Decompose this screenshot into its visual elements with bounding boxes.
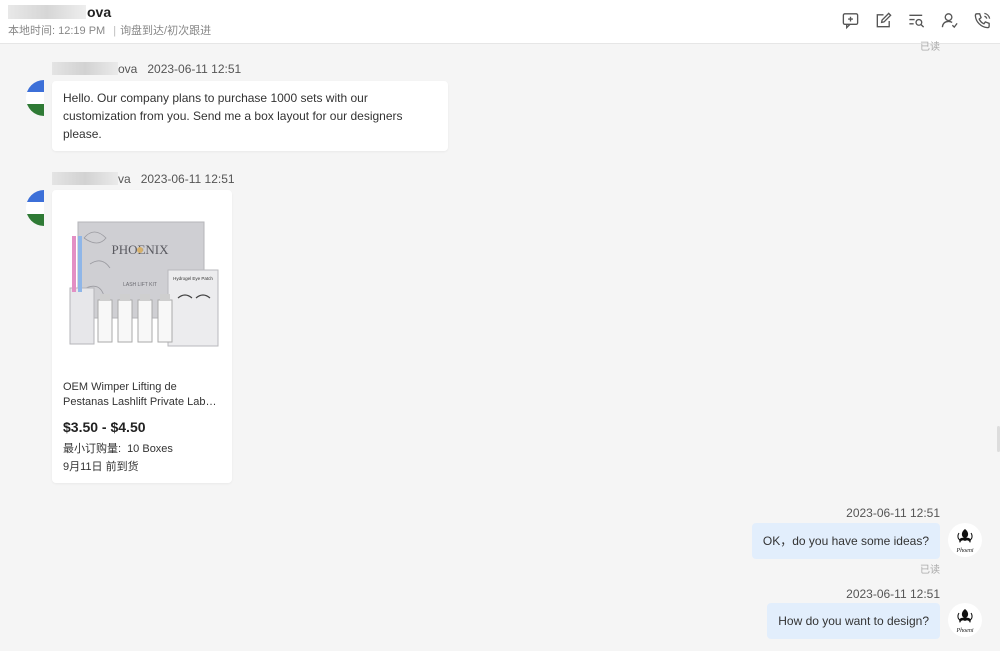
- incoming-message-bubble[interactable]: Hello. Our company plans to purchase 100…: [52, 81, 448, 151]
- sender-name: ova: [118, 62, 138, 76]
- message-sender: ova 2023-06-11 12:51: [52, 62, 241, 76]
- avatar-logo-text: Phoeni: [956, 628, 974, 634]
- contact-avatar[interactable]: [26, 190, 44, 226]
- contact-icon[interactable]: [940, 11, 959, 30]
- message-sender: va 2023-06-11 12:51: [52, 172, 235, 186]
- message-time: 2023-06-11 12:51: [140, 172, 235, 186]
- patch-label-text: Hydrogel Eye Patch: [173, 276, 213, 281]
- redacted-name-mask: [8, 5, 86, 19]
- message-time: 2023-06-11 12:51: [846, 506, 940, 520]
- outgoing-message-bubble[interactable]: How do you want to design?: [767, 603, 940, 639]
- contact-avatar[interactable]: [26, 80, 44, 116]
- product-moq: 最小订购量: 10 Boxes: [63, 440, 173, 456]
- product-price: $3.50 - $4.50: [63, 419, 146, 435]
- product-image[interactable]: PHOENIX LASH LIFT KIT Hydrogel Eye Patch: [60, 208, 224, 358]
- search-list-icon[interactable]: [907, 11, 926, 30]
- redacted-name-mask: [52, 62, 118, 75]
- message-time: 2023-06-11 12:51: [147, 62, 242, 76]
- edit-icon[interactable]: [874, 11, 893, 30]
- user-avatar[interactable]: Phoeni: [948, 523, 982, 557]
- divider: |: [113, 25, 117, 37]
- product-title-line: OEM Wimper Lifting de: [63, 381, 177, 393]
- redacted-name-mask: [52, 172, 118, 185]
- message-time: 2023-06-11 12:51: [846, 587, 940, 601]
- sender-name: va: [118, 172, 131, 186]
- product-delivery: 9月11日 前到货: [63, 461, 139, 473]
- product-title[interactable]: OEM Wimper Lifting de Pestanas Lashlift …: [63, 380, 223, 410]
- moq-value: 10 Boxes: [127, 443, 173, 455]
- product-title-line: Pestanas Lashlift Private Lab…: [63, 396, 217, 408]
- product-card[interactable]: PHOENIX LASH LIFT KIT Hydrogel Eye Patch…: [52, 190, 232, 483]
- read-status: 已读: [920, 565, 940, 576]
- contact-name-text: ova: [87, 4, 112, 20]
- avatar-logo-text: Phoeni: [956, 548, 974, 554]
- user-avatar[interactable]: Phoeni: [948, 603, 982, 637]
- box-subtitle-text: LASH LIFT KIT: [123, 282, 157, 288]
- outgoing-message-bubble[interactable]: OK，do you have some ideas?: [751, 523, 940, 559]
- header-toolbar: [841, 11, 992, 30]
- read-status-top: 已读: [920, 42, 940, 53]
- contact-name: ova: [8, 4, 111, 20]
- moq-label: 最小订购量:: [63, 443, 122, 455]
- contact-subline: 本地时间: 12:19 PM | 询盘到达/初次跟进: [8, 22, 211, 38]
- chat-header: ova 本地时间: 12:19 PM | 询盘到达/初次跟进: [0, 0, 1000, 44]
- local-time: 本地时间: 12:19 PM: [8, 25, 106, 37]
- stage-label[interactable]: 询盘到达/初次跟进: [120, 25, 211, 37]
- chat-add-icon[interactable]: [841, 11, 860, 30]
- phone-icon[interactable]: [973, 11, 992, 30]
